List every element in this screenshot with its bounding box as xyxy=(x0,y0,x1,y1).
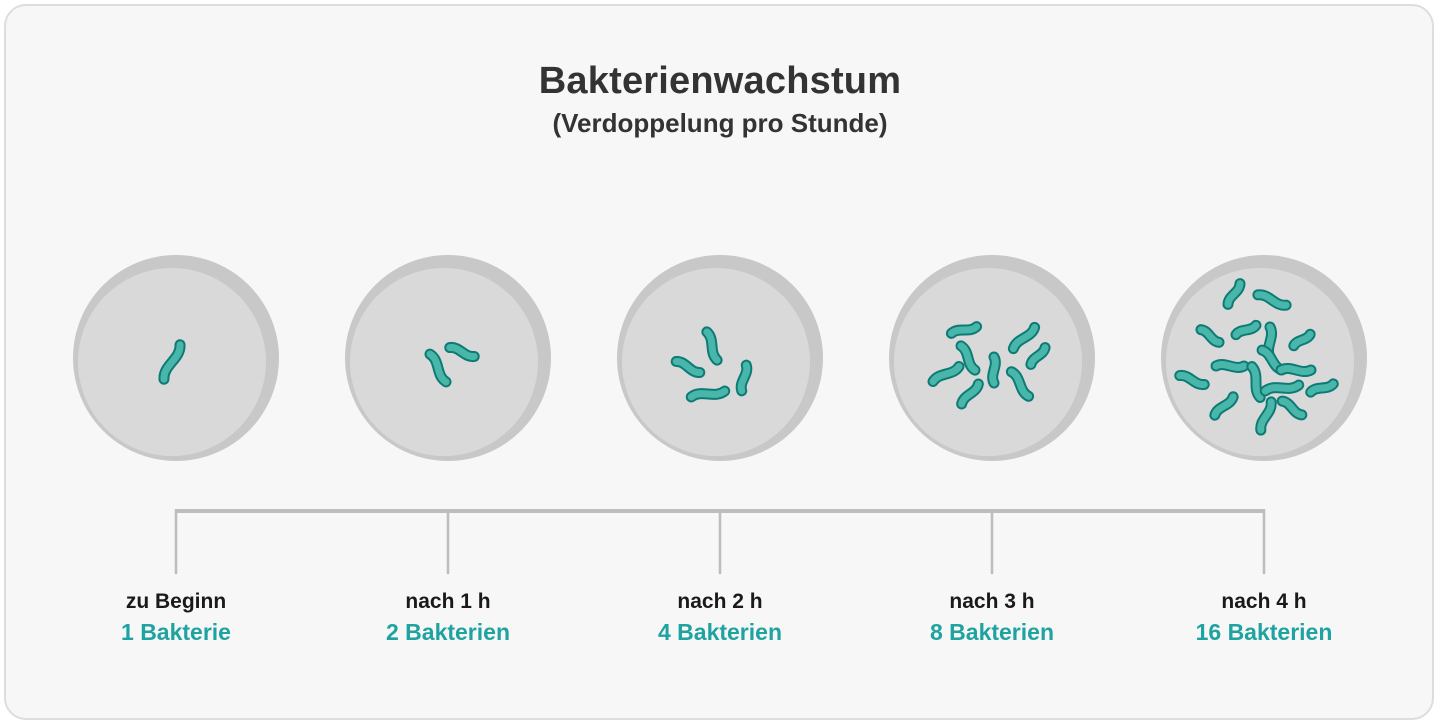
bacterium-icon xyxy=(1305,378,1339,398)
bacterium-icon xyxy=(1210,359,1250,373)
timeline xyxy=(174,509,1266,574)
bacterium-icon xyxy=(1275,362,1317,378)
stage-count-label: 16 Bakterien xyxy=(1195,619,1333,645)
petri-dish xyxy=(1161,255,1367,461)
stage-count-label: 1 Bakterie xyxy=(121,619,231,645)
bacterium-icon xyxy=(1259,379,1305,397)
bacterium-icon xyxy=(945,321,983,339)
stage-time-label: zu Beginn xyxy=(125,590,227,613)
petri-dishes xyxy=(73,255,1367,461)
petri-dish xyxy=(617,255,823,461)
bacterium-icon xyxy=(987,351,1001,389)
petri-dish xyxy=(73,255,279,461)
dish-inner xyxy=(350,268,538,456)
stage-time-label: nach 4 h xyxy=(1221,590,1307,613)
stage-time-label: nach 3 h xyxy=(949,590,1035,613)
bacterium-icon xyxy=(1246,361,1266,403)
stage-count-label: 8 Bakterien xyxy=(929,619,1054,645)
stage-time-label: nach 2 h xyxy=(677,590,763,613)
bacterium-icon xyxy=(735,359,753,397)
stage-time-label: nach 1 h xyxy=(405,590,491,613)
petri-dish xyxy=(345,255,551,461)
bacterium-icon xyxy=(685,385,731,403)
growth-diagram xyxy=(73,255,1367,574)
petri-dish xyxy=(889,255,1095,461)
dish-inner xyxy=(894,268,1082,456)
stage-count-label: 2 Bakterien xyxy=(385,619,510,645)
stage-count-label: 4 Bakterien xyxy=(657,619,782,645)
